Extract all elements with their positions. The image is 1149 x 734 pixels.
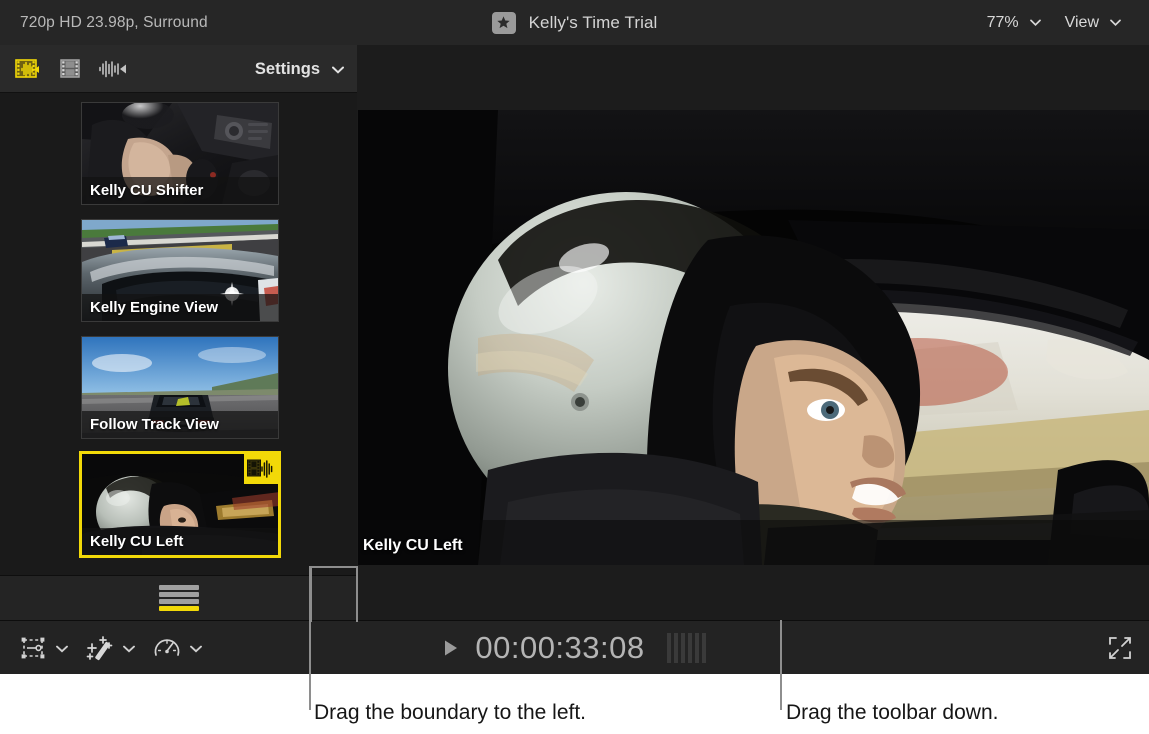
zoom-level-value: 77% [987, 14, 1019, 32]
video-only-icon[interactable] [55, 57, 85, 81]
list-item[interactable]: Kelly CU Shifter [81, 102, 279, 205]
list-item[interactable]: Kelly CU Left [79, 451, 281, 558]
toolbar-callout-leader-line-lower [780, 674, 782, 710]
boundary-callout-leader-line-lower [309, 674, 311, 710]
callout-strip: Drag the boundary to the left. Drag the … [0, 674, 1149, 734]
angle-list: Kelly CU Shifter [0, 93, 357, 620]
bottom-toolbar: 00:00:33:08 [0, 620, 1149, 674]
chevron-down-icon [56, 645, 67, 652]
magic-wand-icon [85, 634, 115, 662]
expand-arrows-icon[interactable] [1105, 634, 1135, 662]
timecode-display[interactable]: 00:00:33:08 [475, 630, 644, 666]
enhancements-tool[interactable] [85, 634, 134, 662]
angle-stack-bar [159, 592, 199, 597]
audio-meter-bar [688, 633, 692, 663]
angle-stack-bar [159, 585, 199, 590]
angle-label: Follow Track View [82, 411, 278, 438]
speedometer-icon [152, 634, 182, 662]
trim-icon [18, 634, 48, 662]
trim-tool[interactable] [18, 634, 67, 662]
audio-meter-bar [667, 633, 671, 663]
chevron-down-icon [123, 645, 134, 652]
view-menu[interactable]: View [1053, 8, 1133, 38]
audio-meter-bar [702, 633, 706, 663]
audio-only-icon[interactable] [97, 57, 127, 81]
star-icon [492, 12, 516, 34]
video-and-audio-icon[interactable] [13, 57, 43, 81]
angle-stack-footer [0, 575, 357, 620]
toolbar-right-tools [1105, 621, 1135, 675]
angle-label: Kelly Engine View [82, 294, 278, 321]
viewer-panel: Kelly CU Left [358, 45, 1149, 620]
zoom-level-menu[interactable]: 77% [975, 8, 1053, 38]
viewer-clip-label: Kelly CU Left [363, 537, 463, 555]
angle-stack-icon[interactable] [159, 585, 199, 611]
angle-label: Kelly CU Shifter [82, 177, 278, 204]
chevron-down-icon [332, 66, 343, 73]
view-menu-label: View [1065, 14, 1099, 32]
title-bar-right: 77% View [975, 0, 1133, 45]
screenshot-root: 720p HD 23.98p, Surround Kelly's Time Tr… [0, 0, 1149, 734]
callout-toolbar-text: Drag the toolbar down. [786, 701, 998, 725]
chevron-down-icon [1110, 19, 1121, 26]
audio-meters[interactable] [667, 633, 706, 663]
list-item[interactable]: Follow Track View [81, 336, 279, 439]
callout-boundary-text: Drag the boundary to the left. [314, 701, 586, 725]
title-bar: 720p HD 23.98p, Surround Kelly's Time Tr… [0, 0, 1149, 45]
boundary-callout-leader-line [309, 566, 311, 674]
list-item[interactable]: Kelly Engine View [81, 219, 279, 322]
page-title: Kelly's Time Trial [529, 13, 658, 33]
audio-meter-bar [674, 633, 678, 663]
viewer-video[interactable]: Kelly CU Left [358, 110, 1149, 565]
chevron-down-icon [1030, 19, 1041, 26]
settings-menu[interactable]: Settings [255, 45, 343, 93]
sidebar-header: Settings [0, 45, 357, 93]
app-window: 720p HD 23.98p, Surround Kelly's Time Tr… [0, 0, 1149, 674]
boundary-callout-bracket [310, 566, 358, 622]
angle-stack-bar-active [159, 606, 199, 611]
play-triangle-icon [443, 639, 459, 657]
toolbar-callout-leader-line [780, 620, 782, 674]
angle-label: Kelly CU Left [82, 528, 278, 555]
toolbar-left-tools [18, 621, 201, 675]
audio-meter-bar [681, 633, 685, 663]
chevron-down-icon [190, 645, 201, 652]
video-audio-badge-icon [244, 454, 278, 484]
audio-meter-bar [695, 633, 699, 663]
retime-tool[interactable] [152, 634, 201, 662]
settings-label: Settings [255, 60, 320, 79]
angle-stack-bar [159, 599, 199, 604]
angle-viewer-sidebar: Settings [0, 45, 357, 620]
angle-display-mode-group [13, 57, 127, 81]
